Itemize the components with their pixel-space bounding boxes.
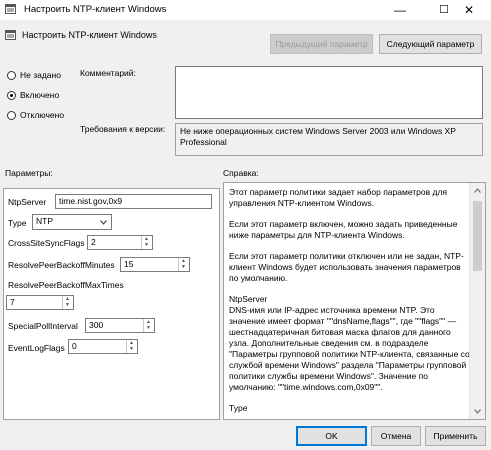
help-panel: Этот параметр политики задает набор пара… — [223, 182, 486, 420]
crosssite-spinner[interactable]: 2 ▲ ▼ — [87, 235, 153, 250]
title-bar: Настроить NTP-клиент Windows — ☐ ✕ — [0, 0, 491, 20]
scrollbar-thumb[interactable] — [473, 201, 482, 271]
help-text: Этот параметр политики задает набор пара… — [224, 183, 474, 419]
type-label: Type — [8, 218, 27, 228]
specialpoll-label: SpecialPollInterval — [8, 321, 78, 331]
radio-circle[interactable] — [7, 111, 16, 120]
resolvemax-value: 7 — [10, 297, 15, 307]
comment-label: Комментарий: — [80, 68, 136, 78]
requirements-label: Требования к версии: — [80, 124, 166, 134]
parameters-panel: NtpServer time.nist.gov,0x9 Type NTP Cro… — [3, 188, 220, 420]
resolvepeer-label: ResolvePeerBackoffMinutes — [8, 260, 115, 270]
crosssite-label: CrossSiteSyncFlags — [8, 238, 85, 248]
radio-disabled[interactable]: Отключено — [7, 110, 87, 122]
specialpoll-value: 300 — [89, 320, 104, 330]
spinner-arrows[interactable]: ▲ ▼ — [126, 340, 137, 353]
previous-setting-button[interactable]: Предыдущий параметр — [270, 34, 373, 54]
window-title: Настроить NTP-клиент Windows — [24, 4, 167, 15]
radio-not-configured[interactable]: Не задано — [7, 70, 87, 82]
resolvepeer-value: 15 — [124, 259, 134, 269]
type-select-value: NTP — [36, 216, 53, 226]
ntpserver-label: NtpServer — [8, 197, 47, 207]
type-select[interactable]: NTP — [32, 214, 112, 230]
resolvemax-spinner[interactable]: 7 ▲ ▼ — [6, 295, 74, 310]
help-paragraph: Type — [229, 403, 248, 413]
spinner-arrows[interactable]: ▲ ▼ — [178, 258, 189, 271]
help-label: Справка: — [223, 168, 259, 178]
help-paragraph: NtpServer DNS-имя или IP-адрес источника… — [229, 294, 470, 392]
cancel-button[interactable]: Отмена — [371, 426, 421, 446]
eventlog-spinner[interactable]: 0 ▲ ▼ — [68, 339, 138, 354]
spinner-arrows[interactable]: ▲ ▼ — [143, 319, 154, 332]
scroll-up-icon[interactable] — [474, 188, 481, 193]
next-setting-button[interactable]: Следующий параметр — [379, 34, 482, 54]
radio-label: Включено — [20, 90, 60, 100]
resolvepeer-spinner[interactable]: 15 ▲ ▼ — [120, 257, 190, 272]
radio-enabled[interactable]: Включено — [7, 90, 87, 102]
radio-circle-selected[interactable] — [7, 91, 16, 100]
spinner-arrows[interactable]: ▲ ▼ — [141, 236, 152, 249]
eventlog-label: EventLogFlags — [8, 343, 65, 353]
ok-button[interactable]: OK — [296, 426, 367, 446]
radio-label: Не задано — [20, 70, 61, 80]
spinner-arrows[interactable]: ▲ ▼ — [62, 296, 73, 309]
requirements-value: Не ниже операционных систем Windows Serv… — [175, 123, 483, 156]
radio-circle[interactable] — [7, 71, 16, 80]
specialpoll-spinner[interactable]: 300 ▲ ▼ — [85, 318, 155, 333]
minimize-button[interactable]: — — [378, 0, 422, 20]
close-button[interactable]: ✕ — [447, 0, 491, 20]
crosssite-value: 2 — [91, 237, 96, 247]
chevron-down-icon — [100, 220, 107, 225]
help-paragraph: Если этот параметр политики отключен или… — [229, 251, 464, 283]
eventlog-value: 0 — [72, 341, 77, 351]
ntpserver-input[interactable]: time.nist.gov,0x9 — [55, 194, 212, 209]
help-paragraph: Если этот параметр включен, можно задать… — [229, 219, 458, 240]
radio-label: Отключено — [20, 110, 65, 120]
apply-button[interactable]: Применить — [425, 426, 486, 446]
help-paragraph: Этот параметр политики задает набор пара… — [229, 187, 448, 208]
policy-name: Настроить NTP-клиент Windows — [22, 30, 157, 40]
policy-window-icon — [5, 4, 16, 14]
parameters-label: Параметры: — [5, 168, 53, 178]
resolvemax-label: ResolvePeerBackoffMaxTimes — [8, 280, 124, 290]
help-scrollbar[interactable] — [469, 183, 485, 419]
comment-textarea[interactable] — [175, 66, 483, 119]
scroll-down-icon[interactable] — [474, 409, 481, 414]
policy-setting-icon — [5, 30, 16, 40]
